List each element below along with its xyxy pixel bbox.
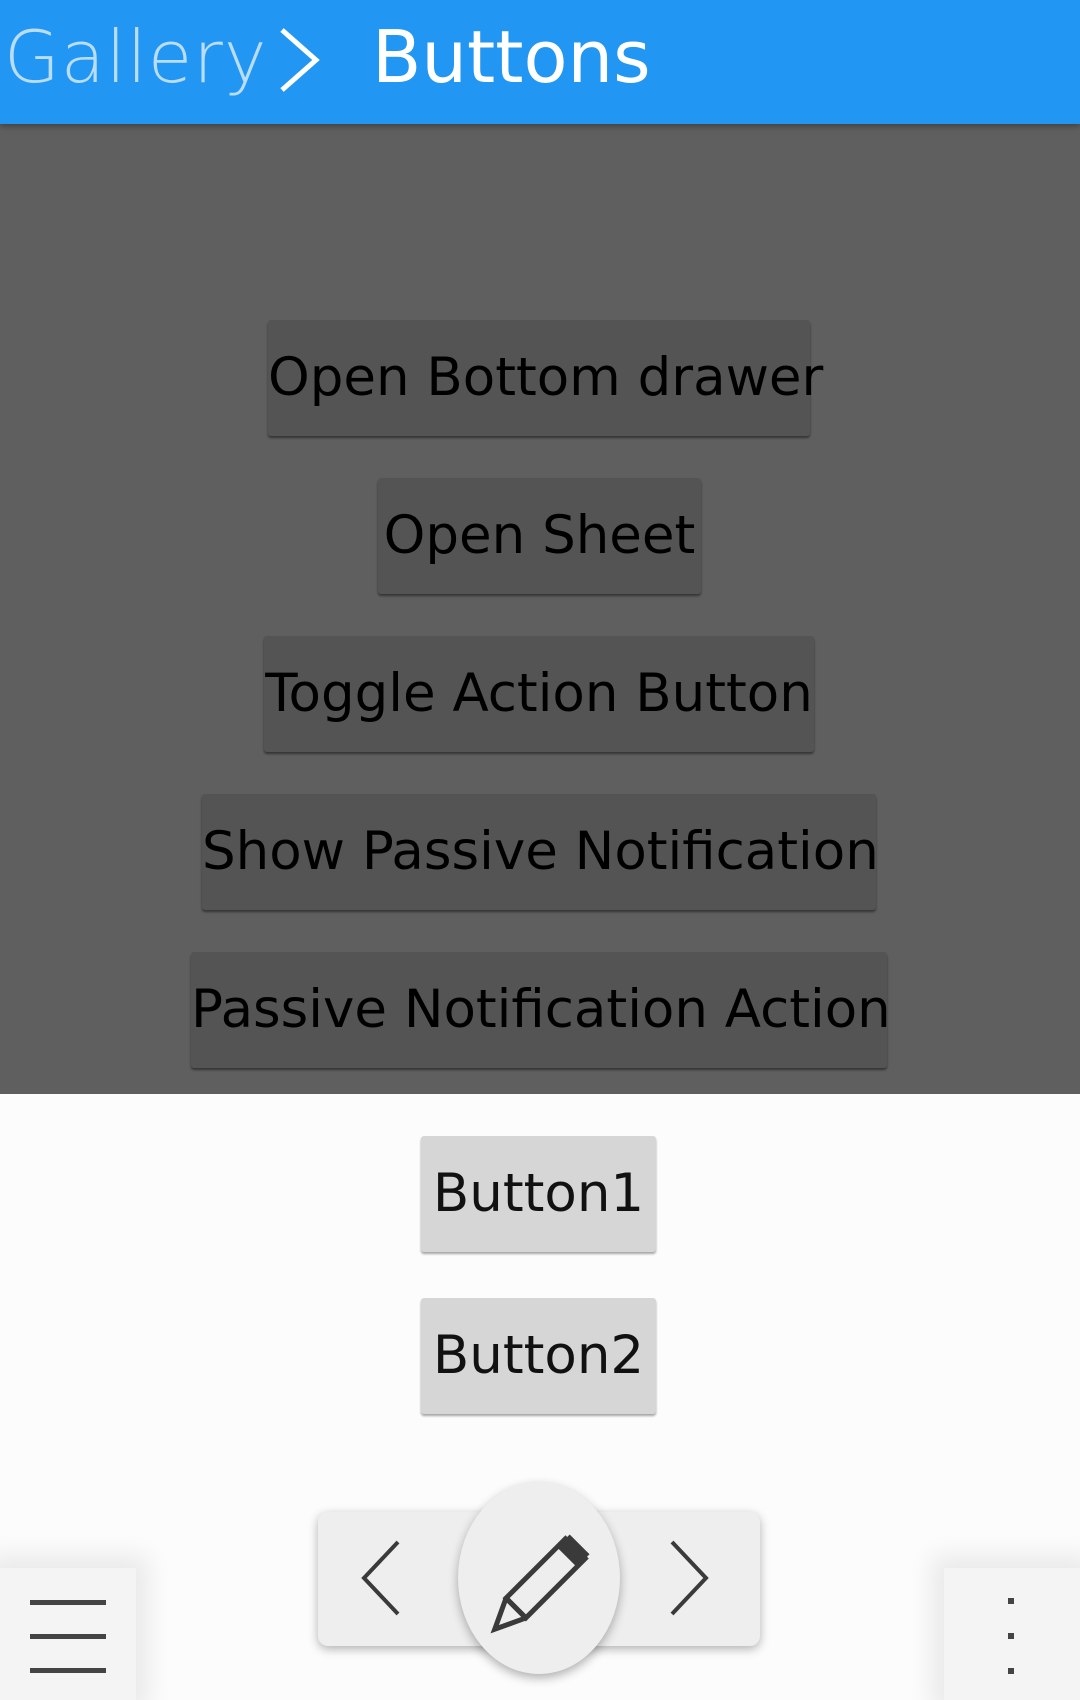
button1[interactable]: Button1	[421, 1136, 656, 1252]
toggle-action-button[interactable]: Toggle Action Button	[264, 636, 814, 752]
app-header: Gallery Buttons	[0, 0, 1080, 124]
chevron-right-icon[interactable]	[650, 1538, 730, 1618]
overflow-menu-icon[interactable]	[996, 1596, 1026, 1676]
breadcrumb-gallery[interactable]: Gallery	[4, 12, 267, 102]
pencil-icon[interactable]	[470, 1514, 610, 1654]
chevron-right-icon	[280, 28, 320, 92]
open-bottom-drawer-button[interactable]: Open Bottom drawer	[268, 320, 823, 436]
passive-notification-action-button[interactable]: Passive Notification Action	[191, 952, 891, 1068]
open-sheet-button[interactable]: Open Sheet	[378, 478, 701, 594]
button2[interactable]: Button2	[421, 1298, 656, 1414]
hamburger-menu-icon[interactable]	[30, 1598, 106, 1674]
chevron-left-icon[interactable]	[340, 1538, 420, 1618]
page-content-dimmed[interactable]: Open Bottom drawer Open Sheet Toggle Act…	[0, 124, 1080, 1094]
page-title: Buttons	[372, 15, 651, 99]
show-passive-notification-button[interactable]: Show Passive Notification	[202, 794, 879, 910]
